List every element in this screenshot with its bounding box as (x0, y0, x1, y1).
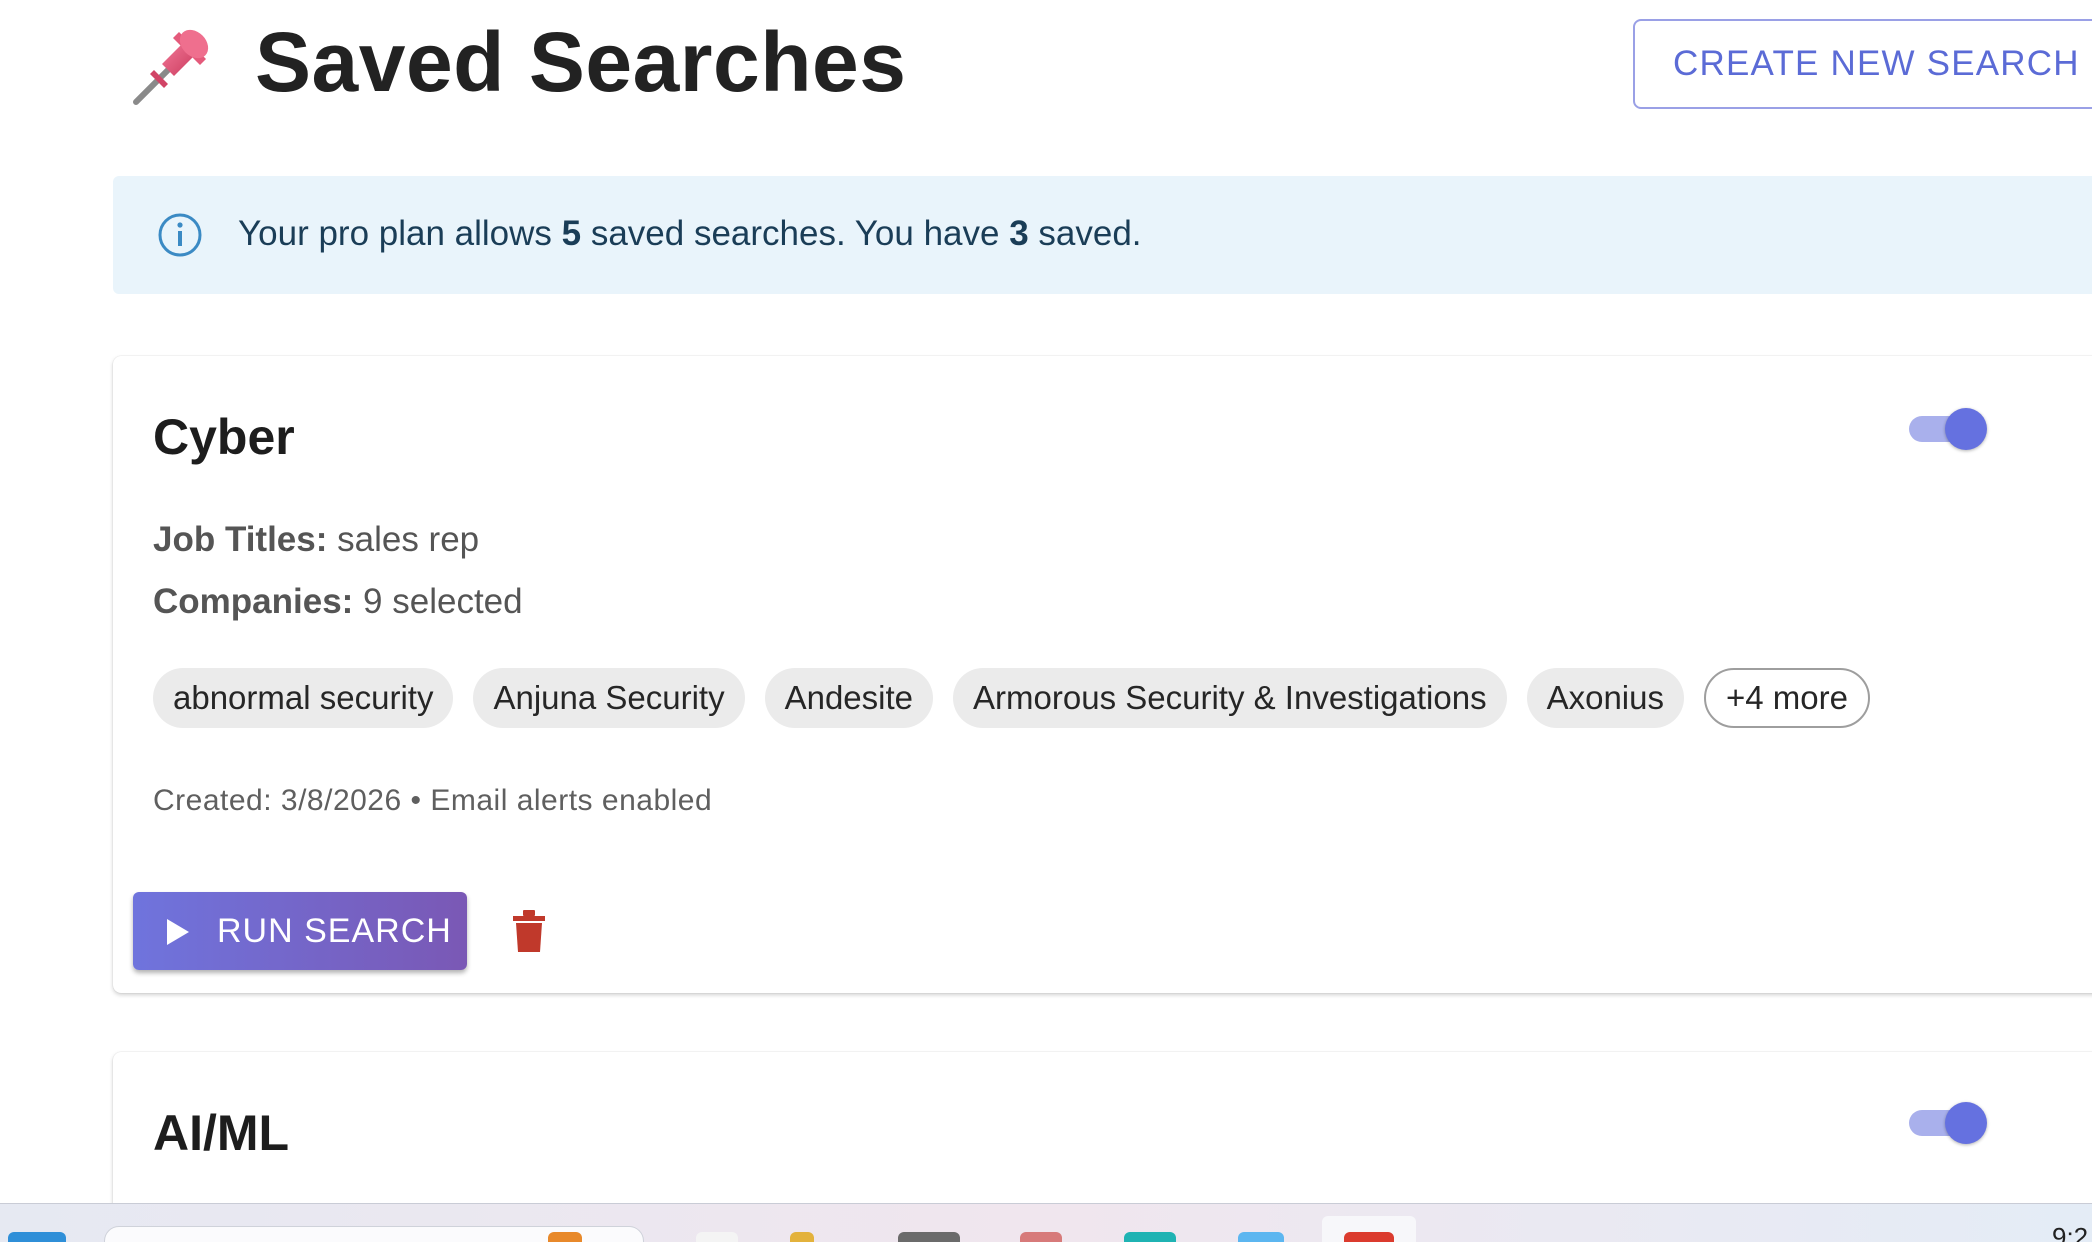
more-companies-chip[interactable]: +4 more (1703, 668, 1870, 728)
info-text-before: Your pro plan allows (238, 214, 562, 253)
taskbar-app-icon[interactable] (1238, 1232, 1284, 1242)
company-chip: Anjuna Security (473, 668, 745, 728)
taskbar-app-icon[interactable] (790, 1232, 814, 1242)
email-alert-toggle[interactable] (1903, 1100, 1989, 1144)
job-titles-label: Job Titles: (153, 520, 328, 559)
info-icon (158, 213, 202, 257)
info-text-middle: saved searches. You have (581, 214, 1010, 253)
taskbar-clock: 9:2 (2052, 1222, 2089, 1242)
run-search-button[interactable]: RUN SEARCH (133, 892, 467, 970)
toggle-thumb (1945, 1102, 1987, 1144)
allowed-count: 5 (561, 214, 582, 253)
delete-icon[interactable] (509, 906, 549, 954)
start-icon[interactable] (8, 1232, 66, 1242)
info-text-after: saved. (1028, 214, 1142, 253)
saved-searches-page: Saved Searches CREATE NEW SEARCH Your pr… (0, 0, 2092, 1242)
plan-info-banner: Your pro plan allows 5 saved searches. Y… (113, 176, 2092, 294)
company-chip: Axonius (1526, 668, 1684, 728)
search-meta: Created: 3/8/2026 • Email alerts enabled (153, 784, 713, 817)
search-name: AI/ML (153, 1105, 290, 1161)
companies-value: 9 selected (363, 582, 523, 621)
companies-label: Companies: (153, 582, 354, 621)
taskbar-app-icon[interactable] (1124, 1232, 1176, 1242)
companies-field: Companies: 9 selected (153, 582, 523, 622)
company-chip: Armorous Security & Investigations (953, 668, 1507, 728)
company-chips: abnormal security Anjuna Security Andesi… (153, 668, 1870, 728)
os-taskbar: 9:2 (0, 1203, 2092, 1242)
job-titles-value: sales rep (337, 520, 480, 559)
company-chip: abnormal security (153, 668, 454, 728)
taskbar-app-icon[interactable] (1020, 1232, 1062, 1242)
company-chip: Andesite (764, 668, 934, 728)
toggle-thumb (1945, 408, 1987, 450)
page-header: Saved Searches CREATE NEW SEARCH (0, 0, 2092, 130)
play-icon (167, 919, 189, 945)
job-titles-field: Job Titles: sales rep (153, 520, 479, 560)
taskbar-app-icon[interactable] (548, 1232, 582, 1242)
pushpin-icon (133, 29, 209, 105)
taskbar-app-icon[interactable] (898, 1232, 960, 1242)
taskbar-app-icon[interactable] (696, 1232, 738, 1242)
saved-search-card: Cyber Job Titles: sales rep Companies: 9… (113, 356, 2092, 993)
create-new-search-button[interactable]: CREATE NEW SEARCH (1633, 19, 2092, 109)
run-search-label: RUN SEARCH (217, 912, 452, 950)
search-name: Cyber (153, 409, 295, 465)
page-title: Saved Searches (255, 15, 907, 109)
chrome-icon[interactable] (1344, 1232, 1394, 1242)
plan-info-text: Your pro plan allows 5 saved searches. Y… (238, 214, 1142, 254)
saved-count: 3 (1009, 214, 1029, 253)
email-alert-toggle[interactable] (1903, 406, 1989, 450)
